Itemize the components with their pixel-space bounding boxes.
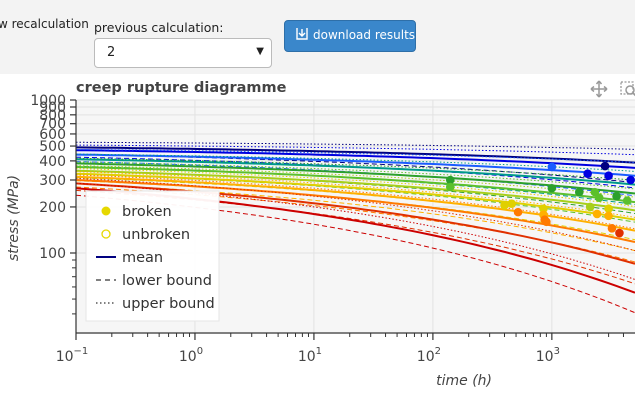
x-tick-label: 100 bbox=[179, 346, 203, 365]
data-point bbox=[612, 191, 621, 201]
legend-broken-marker bbox=[101, 206, 111, 216]
data-point bbox=[507, 199, 517, 209]
y-tick-label: 1000 bbox=[30, 93, 66, 109]
data-point bbox=[574, 187, 584, 197]
legend-label: broken bbox=[122, 204, 172, 220]
data-point bbox=[547, 162, 557, 172]
data-point bbox=[592, 209, 602, 219]
legend-label: mean bbox=[122, 250, 163, 266]
data-point bbox=[594, 193, 604, 202]
creep-rupture-chart[interactable]: 10−1 100 101 102 103 10020030040050060070080… bbox=[0, 0, 635, 410]
legend-label: upper bound bbox=[122, 296, 215, 312]
y-ticks: 1002003004005006007008009001000 bbox=[30, 93, 76, 315]
data-point bbox=[615, 228, 624, 238]
data-point bbox=[542, 217, 551, 227]
data-point bbox=[626, 175, 635, 185]
data-point bbox=[445, 182, 455, 192]
x-ticks: 10−1 100 101 102 103 bbox=[56, 333, 624, 365]
data-point bbox=[547, 183, 557, 193]
x-tick-label: 10−1 bbox=[56, 346, 89, 365]
y-tick-label: 400 bbox=[39, 154, 66, 170]
data-point bbox=[607, 224, 617, 233]
y-tick-label: 300 bbox=[39, 173, 66, 189]
data-point bbox=[583, 169, 592, 178]
data-point bbox=[604, 204, 613, 213]
data-point bbox=[604, 211, 613, 221]
x-tick-label: 101 bbox=[298, 346, 322, 365]
legend: broken unbroken mean lower bound upper bound bbox=[85, 190, 220, 322]
data-point bbox=[622, 196, 632, 205]
data-point bbox=[445, 175, 455, 185]
data-point bbox=[585, 202, 595, 212]
y-tick-label: 200 bbox=[39, 200, 66, 216]
data-point bbox=[500, 201, 509, 210]
data-point bbox=[600, 161, 610, 171]
data-point bbox=[513, 207, 523, 217]
y-axis-label: stress (MPa) bbox=[6, 175, 22, 261]
legend-label: lower bound bbox=[122, 273, 212, 289]
data-point bbox=[604, 171, 613, 181]
legend-label: unbroken bbox=[122, 227, 190, 243]
y-tick-label: 100 bbox=[39, 246, 66, 262]
x-tick-label: 103 bbox=[536, 346, 560, 365]
x-axis-label: time (h) bbox=[436, 373, 492, 389]
x-tick-label: 102 bbox=[417, 346, 441, 365]
